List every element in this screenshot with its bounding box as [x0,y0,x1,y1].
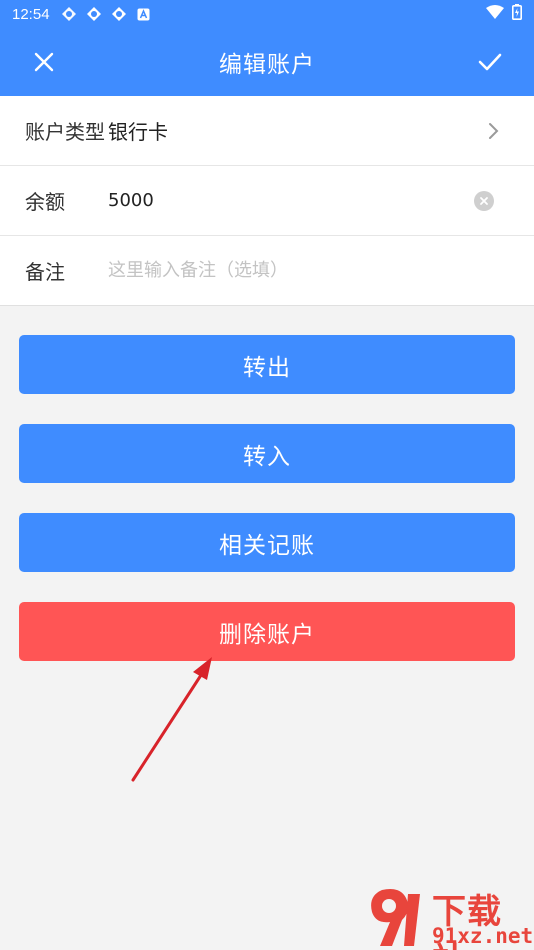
wifi-icon [486,5,504,23]
note-row: 备注 [0,236,534,306]
notification-a-icon [135,5,153,23]
account-type-row[interactable]: 账户类型 银行卡 [0,96,534,166]
account-form: 账户类型 银行卡 余额 备注 [0,96,534,306]
status-time: 12:54 [12,5,50,23]
balance-input[interactable] [108,190,448,211]
status-bar: 12:54 [0,0,534,28]
notification-app-icon [85,5,103,23]
close-icon [34,52,54,72]
note-input[interactable] [108,260,448,281]
watermark-domain: 91xz.net [432,924,534,948]
notification-app-icon [60,5,78,23]
save-button[interactable] [470,42,510,82]
clear-icon [480,197,488,205]
balance-row: 余额 [0,166,534,236]
checkmark-icon [478,53,502,71]
watermark: 下载站 91xz.net [362,882,534,950]
transfer-out-button[interactable]: 转出 [19,335,515,394]
battery-icon [512,4,522,24]
related-records-button[interactable]: 相关记账 [19,513,515,572]
close-button[interactable] [24,42,64,82]
account-type-label: 账户类型 [25,120,105,144]
page-title: 编辑账户 [219,52,315,78]
app-bar: 编辑账户 [0,28,534,96]
chevron-right-icon [489,123,499,139]
notification-app-icon [110,5,128,23]
clear-input-button[interactable] [474,191,494,211]
note-label: 备注 [25,260,65,284]
account-type-value: 银行卡 [108,120,168,144]
balance-label: 余额 [25,190,65,214]
watermark-logo-icon [371,889,420,946]
delete-account-button[interactable]: 删除账户 [19,602,515,661]
transfer-in-button[interactable]: 转入 [19,424,515,483]
